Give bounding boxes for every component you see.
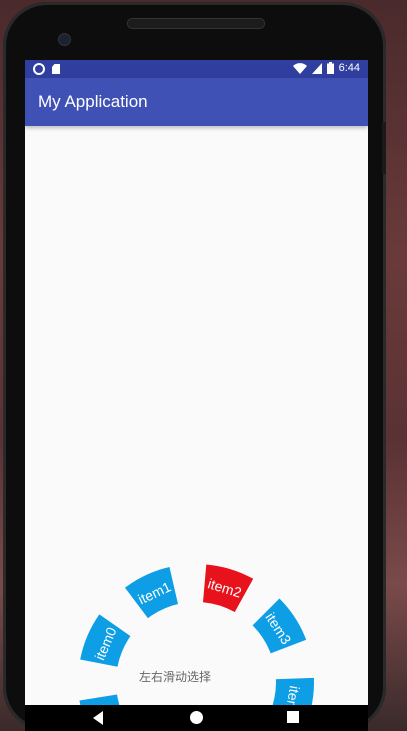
navigation-bar: [25, 705, 368, 731]
item-wheel[interactable]: iteitem0item1item2item3item: [25, 60, 368, 731]
home-icon[interactable]: [189, 710, 204, 725]
speaker-grille: [127, 18, 265, 29]
front-camera: [58, 33, 71, 46]
recents-icon[interactable]: [286, 710, 300, 724]
screen: 6:44 My Application iteitem0item1item2it…: [25, 60, 368, 731]
back-icon[interactable]: [91, 710, 105, 726]
swipe-hint: 左右滑动选择: [138, 670, 211, 684]
power-button: [382, 122, 386, 174]
